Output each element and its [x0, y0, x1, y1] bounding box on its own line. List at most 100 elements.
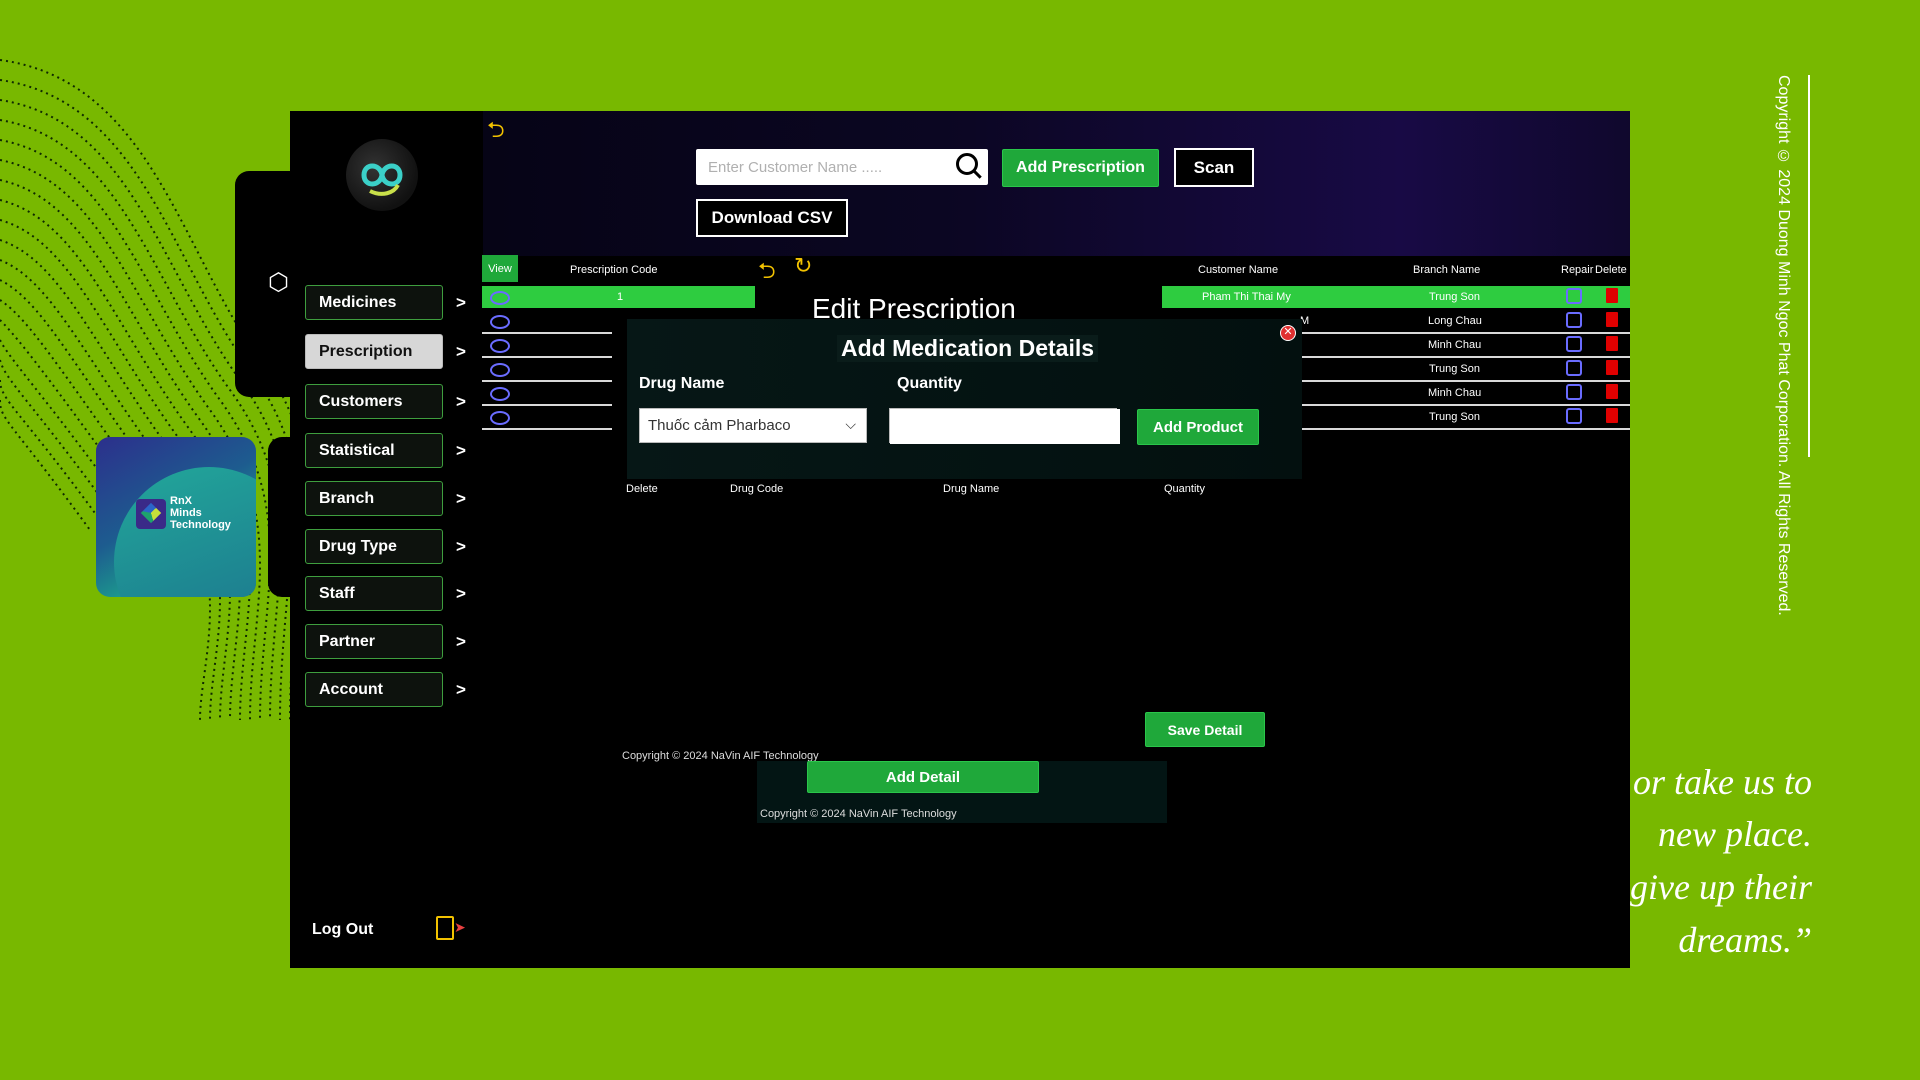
- sidebar-arrow-prescription[interactable]: >: [456, 342, 466, 362]
- search-box: [696, 149, 988, 185]
- sidebar-item-label: Medicines: [319, 293, 397, 311]
- row-divider: [482, 404, 612, 406]
- sidebar-item-medicines[interactable]: Medicines: [305, 285, 443, 320]
- sidebar-item-statistical[interactable]: Statistical: [305, 433, 443, 468]
- sidebar-item-staff[interactable]: Staff: [305, 576, 443, 611]
- quote-line-4: dreams.”: [1678, 920, 1812, 960]
- sidebar-item-label: Staff: [319, 584, 355, 602]
- view-eye-icon[interactable]: [490, 411, 510, 425]
- sidebar-arrow-statistical[interactable]: >: [456, 441, 466, 461]
- view-eye-icon[interactable]: [490, 291, 510, 305]
- sidebar-item-branch[interactable]: Branch: [305, 481, 443, 516]
- branch-name-cell: Minh Chau: [1428, 387, 1482, 399]
- edit-icon[interactable]: [1566, 336, 1582, 352]
- add-medication-modal: Add Medication Details ✕ Drug Name Quant…: [627, 319, 1302, 479]
- brand-name-line2: Minds: [170, 507, 202, 519]
- edit-icon[interactable]: [1566, 288, 1582, 304]
- add-product-button[interactable]: Add Product: [1137, 409, 1259, 445]
- sidebar-arrow-account[interactable]: >: [456, 680, 466, 700]
- trash-icon[interactable]: [1606, 360, 1618, 375]
- sidebar-item-customers[interactable]: Customers: [305, 384, 443, 419]
- network-icon: ⬡: [268, 269, 289, 296]
- brand-name-line3: Technology: [170, 519, 231, 531]
- edit-icon[interactable]: [1566, 360, 1582, 376]
- view-eye-icon[interactable]: [490, 363, 510, 377]
- customer-name-cell: Pham Thi Thai My: [1202, 291, 1291, 303]
- delete-header: Delete: [1595, 264, 1627, 276]
- trash-icon[interactable]: [1606, 384, 1618, 399]
- sidebar-arrow-partner[interactable]: >: [456, 632, 466, 652]
- prescription-code-header: Prescription Code: [570, 264, 658, 276]
- modal-title: Add Medication Details: [837, 335, 1099, 362]
- back-arrow-icon[interactable]: ⮌: [487, 113, 505, 151]
- logout-label[interactable]: Log Out: [312, 921, 373, 939]
- vertical-copyright: Copyright © 2024 Duong Minh Ngoc Phat Co…: [1775, 75, 1792, 616]
- detail-delete-header: Delete: [626, 483, 658, 495]
- branch-name-cell: Trung Son: [1429, 411, 1480, 423]
- sidebar-item-label: Branch: [319, 489, 375, 507]
- sidebar-arrow-staff[interactable]: >: [456, 584, 466, 604]
- detail-drug-code-header: Drug Code: [730, 483, 784, 495]
- edit-icon[interactable]: [1566, 408, 1582, 424]
- trash-icon[interactable]: [1606, 408, 1618, 423]
- scan-button[interactable]: Scan: [1174, 148, 1254, 187]
- row-divider: [482, 356, 612, 358]
- refresh-icon[interactable]: ↻: [794, 253, 812, 279]
- infinity-logo-icon: [361, 163, 403, 196]
- view-eye-icon[interactable]: [490, 339, 510, 353]
- chevron-down-icon: ⌵: [845, 416, 856, 432]
- sidebar-item-prescription[interactable]: Prescription: [305, 334, 443, 369]
- detail-drug-name-header: Drug Name: [943, 483, 1000, 495]
- branch-name-cell: Trung Son: [1429, 363, 1480, 375]
- trash-icon[interactable]: [1606, 312, 1618, 327]
- sidebar-arrow-medicines[interactable]: >: [456, 293, 466, 313]
- top-bar: ⮌ Add Prescription Scan Download CSV: [483, 111, 1630, 256]
- detail-quantity-header: Quantity: [1164, 483, 1205, 495]
- branch-name-cell: Trung Son: [1429, 291, 1480, 303]
- row-divider: [482, 428, 612, 430]
- customer-name-header: Customer Name: [1198, 264, 1279, 276]
- download-csv-button[interactable]: Download CSV: [696, 199, 848, 237]
- drug-name-select[interactable]: Thuốc cảm Pharbaco ⌵: [639, 408, 867, 443]
- view-eye-icon[interactable]: [490, 315, 510, 329]
- search-input[interactable]: [696, 149, 960, 185]
- sidebar-item-drug-type[interactable]: Drug Type: [305, 529, 443, 564]
- add-prescription-button[interactable]: Add Prescription: [1002, 149, 1159, 187]
- edit-icon[interactable]: [1566, 384, 1582, 400]
- brand-name-line1: RnX: [170, 495, 192, 507]
- prescription-code-cell: 1: [617, 291, 624, 303]
- sidebar-item-label: Statistical: [319, 441, 395, 459]
- sidebar-arrow-branch[interactable]: >: [456, 489, 466, 509]
- vertical-divider: [1808, 75, 1810, 457]
- branch-name-cell: Minh Chau: [1428, 339, 1482, 351]
- trash-icon[interactable]: [1606, 288, 1618, 303]
- sidebar-item-account[interactable]: Account: [305, 672, 443, 707]
- quote-line-1: or take us to: [1633, 762, 1812, 802]
- sidebar-item-partner[interactable]: Partner: [305, 624, 443, 659]
- logout-arrow-icon: ➤: [454, 919, 466, 935]
- repair-header: Repair: [1561, 264, 1594, 276]
- trash-icon[interactable]: [1606, 336, 1618, 351]
- branch-name-cell: Long Chau: [1428, 315, 1482, 327]
- view-eye-icon[interactable]: [490, 387, 510, 401]
- close-icon[interactable]: ✕: [1280, 325, 1296, 341]
- quote-line-3: give up their: [1630, 867, 1812, 907]
- sidebar-arrow-customers[interactable]: >: [456, 392, 466, 412]
- logout-icon[interactable]: [436, 916, 454, 940]
- sidebar-item-label: Partner: [319, 632, 376, 650]
- drug-name-selected: Thuốc cảm Pharbaco: [648, 417, 791, 434]
- add-detail-button[interactable]: Add Detail: [807, 761, 1039, 793]
- edit-icon[interactable]: [1566, 312, 1582, 328]
- quantity-field[interactable]: [889, 408, 1120, 444]
- sidebar-item-label: Drug Type: [319, 537, 397, 555]
- sidebar-arrow-drug-type[interactable]: >: [456, 537, 466, 557]
- quantity-label: Quantity: [897, 375, 962, 392]
- quantity-input[interactable]: [890, 409, 1120, 444]
- branch-name-header: Branch Name: [1413, 264, 1481, 276]
- save-detail-button[interactable]: Save Detail: [1145, 712, 1265, 747]
- brand-logo-icon: [136, 499, 166, 529]
- undo-icon[interactable]: ⮌: [758, 254, 776, 292]
- footer-copyright: Copyright © 2024 NaVin AIF Technology: [760, 808, 957, 820]
- sidebar-item-label: Prescription: [319, 342, 413, 360]
- brand-card: RnX Minds Technology: [96, 437, 256, 597]
